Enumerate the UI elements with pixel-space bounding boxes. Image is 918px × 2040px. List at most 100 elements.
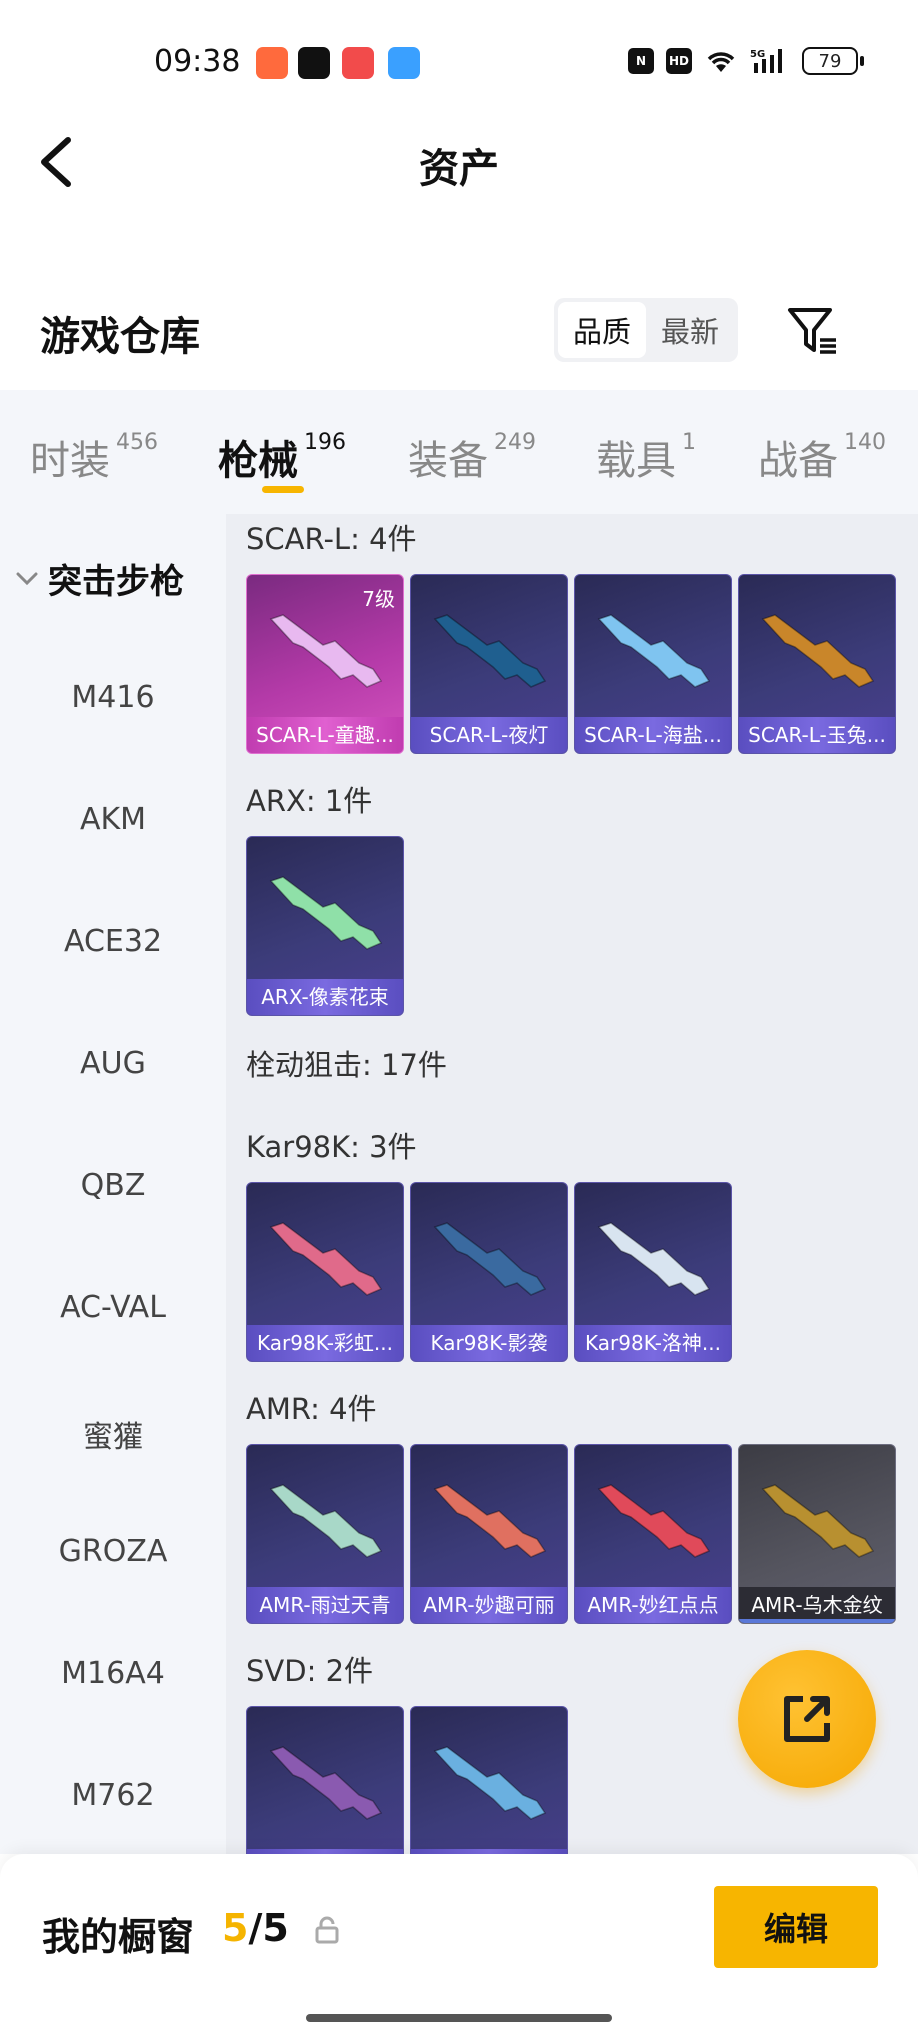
- wifi-icon: [707, 52, 735, 72]
- group-title: SVD: 2件: [246, 1654, 374, 1688]
- chevron-down-icon: [16, 572, 38, 585]
- weapon-card[interactable]: 7级 SCAR-L-童趣...: [246, 574, 404, 754]
- sort-toggle: 品质 最新: [554, 298, 738, 362]
- weapon-card[interactable]: ARX-像素花束: [246, 836, 404, 1016]
- group-title: 栓动狙击: 17件: [246, 1048, 447, 1082]
- sidebar-item[interactable]: M416: [0, 680, 226, 715]
- notification-app-icon: [256, 47, 288, 79]
- svg-text:5G: 5G: [750, 49, 765, 60]
- weapon-card[interactable]: AMR-雨过天青: [246, 1444, 404, 1624]
- weapon-skin-image: [269, 1746, 383, 1820]
- status-bar: 09:38 N HD 5G 79: [0, 0, 918, 120]
- tab-label: 时装: [30, 438, 110, 484]
- weapon-card[interactable]: AMR-妙趣可丽: [410, 1444, 568, 1624]
- sidebar-category-label: 突击步枪: [48, 562, 184, 602]
- sidebar-item[interactable]: AC-VAL: [0, 1290, 226, 1325]
- group-title: AMR: 4件: [246, 1392, 377, 1426]
- lock-icon: [315, 1916, 339, 1944]
- tab-fashion[interactable]: 时装 456: [30, 428, 158, 486]
- weapon-skin-image: [761, 614, 875, 688]
- sort-newest-option[interactable]: 最新: [646, 302, 734, 358]
- wallet-app-icon: [388, 47, 420, 79]
- weapon-type-sidebar: 突击步枪 M416 AKM ACE32 AUG QBZ AC-VAL 蜜獾 GR…: [0, 514, 226, 1854]
- tab-count: 249: [494, 430, 536, 455]
- tab-count: 1: [682, 430, 696, 455]
- tab-label: 战备: [758, 438, 838, 484]
- weapon-skin-image: [269, 1222, 383, 1296]
- hd-icon: HD: [666, 48, 692, 74]
- sidebar-item[interactable]: QBZ: [0, 1168, 226, 1203]
- weapon-card[interactable]: AMR-妙红点点: [574, 1444, 732, 1624]
- showcase-current: 5: [222, 1906, 249, 1950]
- group-title: Kar98K: 3件: [246, 1130, 417, 1164]
- weapon-card[interactable]: [246, 1706, 404, 1854]
- weapon-skin-image: [269, 876, 383, 950]
- weapon-skin-image: [597, 1484, 711, 1558]
- showcase-count: 5/5: [222, 1906, 289, 1950]
- weapon-card[interactable]: Kar98K-彩虹...: [246, 1182, 404, 1362]
- filter-icon[interactable]: [786, 304, 838, 356]
- weapon-card-name: Kar98K-影袭: [411, 1325, 567, 1361]
- weapon-card[interactable]: Kar98K-洛神...: [574, 1182, 732, 1362]
- weapon-card-name: AMR-乌木金纹: [739, 1587, 895, 1623]
- status-time: 09:38: [154, 44, 241, 79]
- weapon-card[interactable]: SCAR-L-夜灯: [410, 574, 568, 754]
- weapon-skin-image: [433, 1746, 547, 1820]
- tab-label: 载具: [596, 438, 676, 484]
- sidebar-item[interactable]: 蜜獾: [0, 1412, 226, 1456]
- warehouse-title: 游戏仓库: [40, 314, 200, 360]
- weapon-card-name: AMR-妙红点点: [575, 1587, 731, 1623]
- weapon-skin-image: [269, 614, 383, 688]
- weapon-card[interactable]: Kar98K-影袭: [410, 1182, 568, 1362]
- weapon-card-name: AMR-雨过天青: [247, 1587, 403, 1623]
- sidebar-item[interactable]: M762: [0, 1778, 226, 1813]
- edit-button[interactable]: 编辑: [714, 1886, 878, 1968]
- share-fab-button[interactable]: [738, 1650, 876, 1788]
- active-tab-indicator: [262, 486, 304, 493]
- external-link-icon: [784, 1696, 830, 1742]
- weapon-skin-image: [761, 1484, 875, 1558]
- sort-quality-option[interactable]: 品质: [558, 302, 646, 358]
- weapon-card-name: Kar98K-洛神...: [575, 1325, 731, 1361]
- tab-vehicles[interactable]: 载具 1: [596, 428, 696, 486]
- sidebar-item[interactable]: GROZA: [0, 1534, 226, 1569]
- tiktok-icon: [298, 47, 330, 79]
- weapon-card-name: SCAR-L-玉兔...: [739, 717, 895, 753]
- showcase-total: 5: [262, 1906, 289, 1950]
- tab-count: 196: [304, 430, 346, 455]
- weapon-card[interactable]: SCAR-L-玉兔...: [738, 574, 896, 754]
- tab-label: 枪械: [218, 438, 298, 484]
- weapon-card[interactable]: SCAR-L-海盐...: [574, 574, 732, 754]
- tab-equipment[interactable]: 装备 249: [408, 428, 536, 486]
- weapon-skin-image: [433, 1484, 547, 1558]
- group-title: ARX: 1件: [246, 784, 373, 818]
- tab-label: 装备: [408, 438, 488, 484]
- showcase-separator: /: [248, 1906, 263, 1950]
- signal-icon: 5G: [750, 49, 782, 73]
- weapon-card[interactable]: AMR-乌木金纹: [738, 1444, 896, 1624]
- weapon-card[interactable]: [410, 1706, 568, 1854]
- category-tabs: 时装 456 枪械 196 装备 249 载具 1 战备 140: [0, 390, 918, 514]
- weapon-card-name: SCAR-L-童趣...: [247, 717, 403, 753]
- group-title: SCAR-L: 4件: [246, 522, 417, 556]
- weapon-skin-image: [597, 614, 711, 688]
- weapon-card-name: ARX-像素花束: [247, 979, 403, 1015]
- nfc-icon: N: [628, 48, 654, 74]
- sidebar-category-assault-rifle[interactable]: 突击步枪: [16, 554, 184, 603]
- weapon-skin-image: [433, 614, 547, 688]
- weapon-card-name: Kar98K-彩虹...: [247, 1325, 403, 1361]
- sidebar-item[interactable]: M16A4: [0, 1656, 226, 1691]
- sidebar-item[interactable]: AKM: [0, 802, 226, 837]
- tab-guns[interactable]: 枪械 196: [218, 428, 346, 486]
- tab-count: 456: [116, 430, 158, 455]
- sidebar-item[interactable]: ACE32: [0, 924, 226, 959]
- home-indicator: [306, 2014, 612, 2022]
- sidebar-item[interactable]: AUG: [0, 1046, 226, 1081]
- battery-icon: 79: [802, 47, 864, 75]
- weapon-skin-image: [433, 1222, 547, 1296]
- tab-count: 140: [844, 430, 886, 455]
- showcase-label: 我的橱窗: [42, 1915, 195, 1959]
- page-title: 资产: [419, 146, 499, 192]
- weapon-card-name: SCAR-L-夜灯: [411, 717, 567, 753]
- tab-supplies[interactable]: 战备 140: [758, 428, 886, 486]
